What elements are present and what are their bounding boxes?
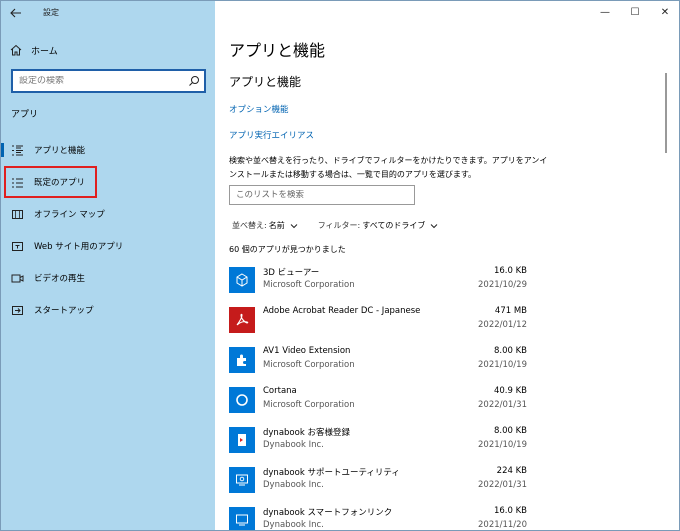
app-publisher: Microsoft Corporation <box>263 400 355 410</box>
app-publisher: Dynabook Inc. <box>263 520 324 530</box>
apps-for-websites-icon <box>11 240 24 253</box>
app-size: 224 KB <box>496 466 527 476</box>
cortana-icon <box>229 387 255 413</box>
app-publisher: Microsoft Corporation <box>263 280 355 290</box>
list-search-input[interactable] <box>236 190 414 200</box>
sidebar-item-label: スタートアップ <box>34 306 94 316</box>
sidebar-item-label: アプリと機能 <box>34 146 86 156</box>
app-name: dynabook サポートユーティリティ <box>263 468 400 478</box>
app-name: 3D ビューアー <box>263 268 320 278</box>
app-execution-aliases-link[interactable]: アプリ実行エイリアス <box>229 129 314 141</box>
app-list-item[interactable]: Cortana Microsoft Corporation 40.9 KB 20… <box>227 383 527 421</box>
app-list-item[interactable]: dynabook スマートフォンリンク Dynabook Inc. 16.0 K… <box>227 503 527 530</box>
page-title: アプリと機能 <box>229 41 326 60</box>
app-size: 16.0 KB <box>493 506 527 516</box>
app-publisher: Microsoft Corporation <box>263 360 355 370</box>
description-text: 検索や並べ替えを行ったり、ドライブでフィルターをかけたりできます。アプリをアンイ… <box>229 156 548 179</box>
filter-dropdown[interactable]: フィルター: すべてのドライブ <box>318 220 439 231</box>
scroll-thumb[interactable] <box>665 73 667 153</box>
app-list-item[interactable]: AV1 Video Extension Microsoft Corporatio… <box>227 343 527 381</box>
offline-maps-icon <box>11 208 24 221</box>
app-size: 16.0 KB <box>493 266 527 276</box>
sort-dropdown[interactable]: 並べ替え: 名前 <box>232 220 298 231</box>
sidebar-item-label: オフライン マップ <box>34 210 105 220</box>
startup-icon <box>11 304 24 317</box>
support-utility-icon <box>229 467 255 493</box>
app-size: 8.00 KB <box>493 346 527 356</box>
video-playback-icon <box>11 272 24 285</box>
app-date: 2021/10/19 <box>478 360 527 370</box>
app-publisher: Dynabook Inc. <box>263 480 324 490</box>
puzzle-extension-icon <box>229 347 255 373</box>
app-size: 8.00 KB <box>493 426 527 436</box>
app-name: dynabook スマートフォンリンク <box>263 508 393 518</box>
maximize-button[interactable]: ☐ <box>620 1 650 23</box>
app-list-item[interactable]: dynabook サポートユーティリティ Dynabook Inc. 224 K… <box>227 463 527 501</box>
app-name: AV1 Video Extension <box>263 346 351 356</box>
apps-features-icon <box>11 144 24 157</box>
home-label: ホーム <box>31 46 58 57</box>
scrollbar[interactable] <box>665 73 668 530</box>
window-title: 設定 <box>43 8 59 17</box>
app-list-item[interactable]: dynabook お客様登録 Dynabook Inc. 8.00 KB 202… <box>227 423 527 461</box>
main-content: アプリと機能 アプリと機能 オプション機能 アプリ実行エイリアス 検索や並べ替え… <box>215 1 679 530</box>
app-name: dynabook お客様登録 <box>263 428 350 438</box>
filter-value: すべてのドライブ <box>362 221 426 230</box>
section-label-apps: アプリ <box>11 110 39 120</box>
sidebar-item-apps-features[interactable]: アプリと機能 <box>1 137 215 163</box>
app-date: 2021/10/19 <box>478 440 527 450</box>
sidebar-item-video-playback[interactable]: ビデオの再生 <box>1 265 215 291</box>
highlight-box <box>4 166 97 198</box>
settings-search-input[interactable] <box>19 76 188 86</box>
app-count: 60 個のアプリが見つかりました <box>229 245 346 254</box>
app-date: 2021/10/29 <box>478 280 527 290</box>
search-icon[interactable] <box>188 75 200 87</box>
minimize-button[interactable]: — <box>590 1 620 23</box>
sidebar-item-offline-maps[interactable]: オフライン マップ <box>1 201 215 227</box>
app-date: 2022/01/12 <box>478 320 527 330</box>
app-date: 2022/01/31 <box>478 480 527 490</box>
acrobat-icon <box>229 307 255 333</box>
app-list-item[interactable]: 3D ビューアー Microsoft Corporation 16.0 KB 2… <box>227 263 527 301</box>
sort-filter-row: 並べ替え: 名前 フィルター: すべてのドライブ <box>232 220 458 231</box>
app-size: 471 MB <box>494 306 527 316</box>
app-list-item[interactable]: Adobe Acrobat Reader DC - Japanese 471 M… <box>227 303 527 341</box>
sort-value: 名前 <box>268 221 285 230</box>
settings-search-box[interactable] <box>11 69 206 93</box>
sidebar-item-startup[interactable]: スタートアップ <box>1 297 215 323</box>
app-name: Cortana <box>263 386 297 396</box>
chevron-down-icon <box>431 223 438 228</box>
home-icon <box>9 43 23 57</box>
home-link[interactable]: ホーム <box>9 41 209 59</box>
section-title: アプリと機能 <box>229 75 302 89</box>
sidebar-item-label: ビデオの再生 <box>34 274 86 284</box>
sort-label: 並べ替え: <box>232 221 267 230</box>
app-size: 40.9 KB <box>493 386 527 396</box>
back-arrow-icon[interactable] <box>7 5 25 21</box>
list-search-box[interactable] <box>229 185 415 205</box>
smartphone-link-icon <box>229 507 255 530</box>
filter-label: フィルター: <box>317 221 361 230</box>
app-date: 2021/11/20 <box>478 520 527 530</box>
optional-features-link[interactable]: オプション機能 <box>229 103 289 115</box>
sidebar: 設定 ホーム アプリ アプリと機能 既定のアプリ <box>1 1 215 530</box>
app-name: Adobe Acrobat Reader DC - Japanese <box>263 306 421 316</box>
registration-icon <box>229 427 255 453</box>
app-publisher: Dynabook Inc. <box>263 440 324 450</box>
settings-window: 設定 ホーム アプリ アプリと機能 既定のアプリ <box>0 0 680 531</box>
sidebar-item-apps-for-websites[interactable]: Web サイト用のアプリ <box>1 233 215 259</box>
3d-viewer-icon <box>229 267 255 293</box>
sidebar-item-label: Web サイト用のアプリ <box>34 242 124 252</box>
app-date: 2022/01/31 <box>478 400 527 410</box>
chevron-down-icon <box>290 223 298 228</box>
close-button[interactable]: ✕ <box>650 1 679 23</box>
